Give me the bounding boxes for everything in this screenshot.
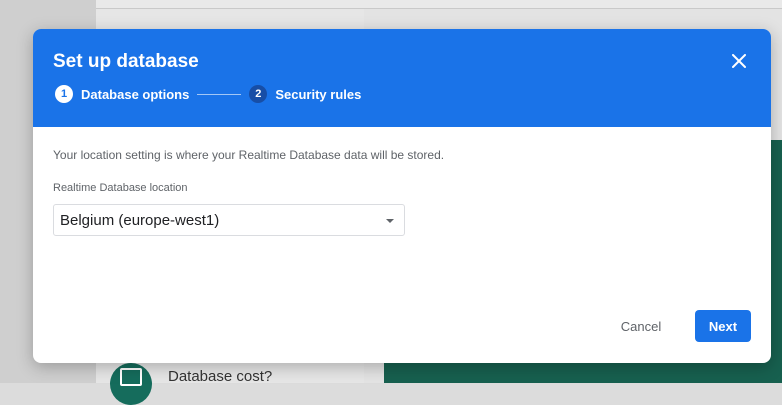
- step-2-number: 2: [249, 85, 268, 103]
- background-toolbar: [96, 0, 782, 9]
- cancel-button[interactable]: Cancel: [609, 310, 673, 342]
- step-1-number: 1: [55, 85, 73, 103]
- step-2-label: Security rules: [275, 86, 362, 102]
- close-icon: [732, 53, 746, 73]
- stepper: 1 Database options 2 Security rules: [55, 84, 361, 104]
- chevron-down-icon: [386, 219, 394, 223]
- location-description: Your location setting is where your Real…: [53, 148, 445, 162]
- card-icon: [110, 363, 152, 405]
- location-select-value: Belgium (europe-west1): [60, 211, 220, 229]
- dialog-title: Set up database: [53, 51, 199, 72]
- dialog-header: Set up database 1 Database options 2 Sec…: [33, 29, 771, 127]
- close-button[interactable]: [725, 49, 753, 77]
- step-1-label: Database options: [81, 86, 190, 102]
- next-button[interactable]: Next: [695, 310, 751, 342]
- location-field-label: Realtime Database location: [53, 182, 188, 194]
- location-select[interactable]: Belgium (europe-west1): [53, 204, 405, 236]
- setup-database-dialog: Set up database 1 Database options 2 Sec…: [33, 29, 771, 363]
- dialog-body: Your location setting is where your Real…: [33, 127, 771, 363]
- background-card-text: Database cost?: [168, 368, 273, 385]
- step-connector: [197, 93, 242, 95]
